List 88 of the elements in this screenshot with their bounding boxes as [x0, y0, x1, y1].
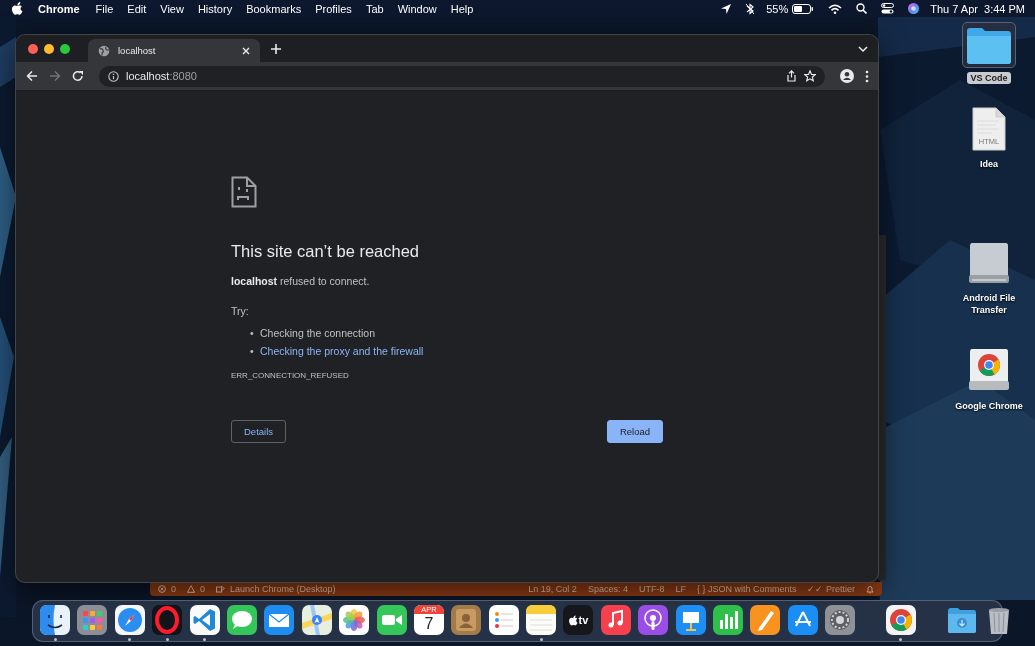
app-icon[interactable]	[886, 605, 916, 635]
new-tab-icon[interactable]	[270, 42, 282, 55]
tv-logo-text: tv	[578, 614, 589, 626]
app-icon[interactable]	[825, 605, 856, 635]
menu-item[interactable]: Tab	[358, 2, 391, 15]
menu-item[interactable]: Window	[390, 2, 444, 15]
address-bar[interactable]: localhost:8080	[99, 65, 825, 87]
suggestion-link[interactable]: Checking the proxy and the firewall	[260, 345, 424, 357]
search-icon[interactable]	[856, 3, 868, 14]
try-label: Try:	[231, 305, 250, 317]
app-icon[interactable]	[946, 605, 977, 635]
status-item[interactable]: LF	[675, 584, 686, 594]
battery-icon[interactable]	[792, 3, 815, 14]
error-icon	[158, 585, 166, 593]
error-code: ERR_CONNECTION_REFUSED	[231, 371, 350, 380]
app-icon[interactable]	[600, 605, 631, 635]
icon-label[interactable]: Android File Transfer	[951, 292, 1027, 316]
tv-app-icon[interactable]: tv	[563, 605, 594, 635]
app-icon[interactable]	[750, 605, 781, 635]
icon-label[interactable]: VS Code	[967, 72, 1011, 84]
bluetooth-icon[interactable]	[745, 2, 756, 15]
menu-item[interactable]: Profiles	[308, 2, 359, 15]
sad-page-icon	[231, 176, 257, 208]
share-icon[interactable]	[786, 70, 797, 82]
app-icon[interactable]	[376, 605, 407, 635]
zoom-button[interactable]	[60, 43, 70, 54]
calendar-day: 7	[424, 614, 434, 634]
close-icon[interactable]	[241, 45, 251, 56]
debug-icon	[216, 585, 226, 593]
app-icon[interactable]	[264, 605, 295, 635]
error-heading: This site can’t be reached	[231, 242, 421, 261]
app-icon[interactable]	[40, 605, 70, 635]
back-icon[interactable]	[26, 70, 38, 82]
control-center-icon[interactable]	[881, 3, 895, 14]
chevron-down-icon[interactable]	[858, 44, 868, 53]
error-message: localhost refused to connect.	[231, 275, 371, 287]
status-item[interactable]: Launch Chrome (Desktop)	[230, 584, 336, 594]
bell-icon[interactable]	[866, 584, 874, 594]
menu-icon[interactable]	[865, 69, 869, 83]
status-item[interactable]: Spaces: 4	[587, 584, 628, 594]
app-icon[interactable]	[226, 605, 257, 635]
app-icon[interactable]	[301, 605, 332, 635]
app-icon[interactable]	[114, 605, 145, 635]
details-button[interactable]: Details	[231, 420, 287, 443]
menu-item[interactable]: Help	[443, 2, 481, 15]
location-icon[interactable]	[721, 3, 732, 14]
bullet: •	[250, 326, 255, 341]
browser-tab[interactable]: localhost	[88, 39, 260, 62]
app-icon[interactable]	[77, 605, 108, 635]
profile-icon[interactable]	[840, 69, 854, 83]
star-icon[interactable]	[804, 70, 816, 82]
app-icon[interactable]	[675, 605, 706, 635]
suggestion-text: Checking the connection	[260, 327, 375, 339]
app-icon[interactable]	[713, 605, 744, 635]
app-icon[interactable]	[787, 605, 818, 635]
app-icon[interactable]	[189, 605, 220, 635]
apple-icon[interactable]	[12, 2, 23, 15]
icon-label[interactable]: Idea	[977, 158, 1001, 170]
battery-percent: 55%	[766, 2, 789, 15]
apple-icon	[568, 614, 578, 626]
status-item[interactable]: ✓✓ Prettier	[807, 584, 855, 594]
app-icon[interactable]	[488, 605, 519, 635]
reload-icon[interactable]	[72, 70, 84, 82]
siri-icon[interactable]	[908, 3, 920, 14]
clock[interactable]: Thu 7 Apr 3:44 PM	[930, 2, 1025, 15]
reload-button[interactable]: Reload	[606, 420, 663, 443]
status-item[interactable]: { } JSON with Comments	[696, 584, 797, 594]
app-icon[interactable]	[526, 605, 557, 635]
warning-icon	[187, 585, 195, 593]
menu-item[interactable]: View	[153, 2, 191, 15]
info-icon[interactable]	[108, 70, 119, 82]
close-button[interactable]	[28, 43, 38, 54]
menu-item[interactable]: Edit	[120, 2, 154, 15]
url-text[interactable]: localhost:8080	[126, 70, 197, 82]
minimize-button[interactable]	[44, 43, 54, 54]
menu-item[interactable]: History	[190, 2, 240, 15]
app-icon[interactable]	[638, 605, 669, 635]
globe-icon	[98, 44, 110, 57]
menu-item[interactable]: Chrome	[27, 2, 89, 15]
wifi-icon[interactable]	[828, 3, 843, 14]
menu-item[interactable]: Bookmarks	[239, 2, 309, 15]
bullet: •	[250, 344, 255, 359]
status-item[interactable]: Ln 19, Col 2	[528, 584, 577, 594]
menu-item[interactable]: File	[88, 2, 121, 15]
app-icon[interactable]	[339, 605, 370, 635]
folder-icon[interactable]	[962, 22, 1016, 68]
app-icon[interactable]	[451, 605, 482, 635]
icon-label[interactable]: Google Chrome	[952, 400, 1026, 412]
